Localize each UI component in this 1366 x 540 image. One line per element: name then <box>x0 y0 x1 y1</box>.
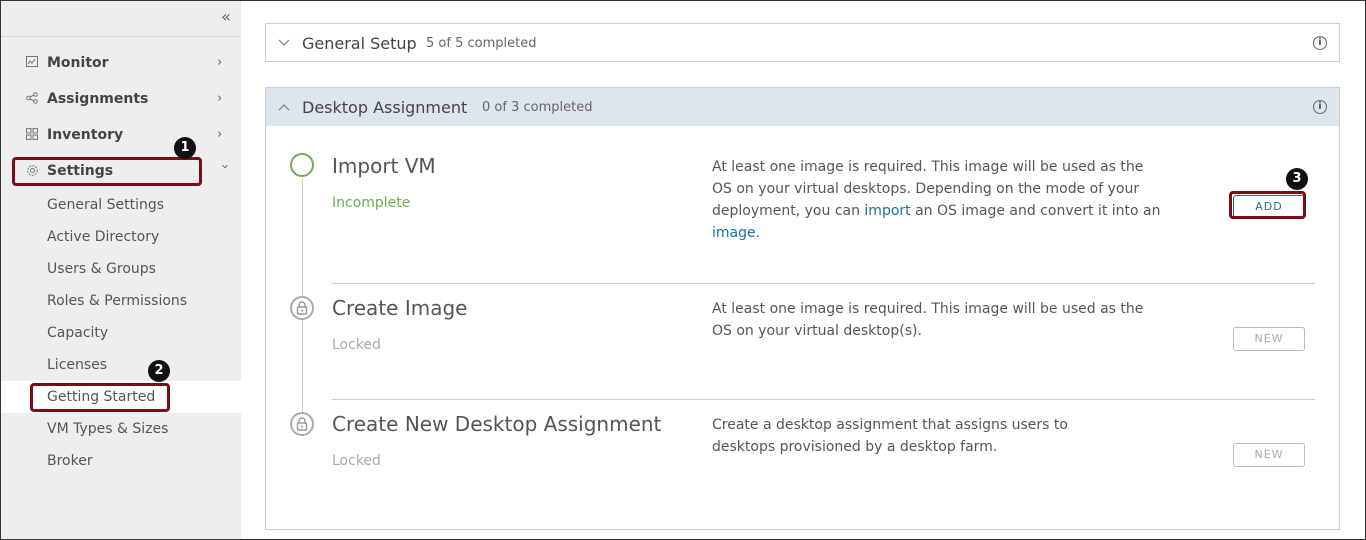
step-description: At least one image is required. This ima… <box>712 301 1144 339</box>
sidebar-item-inventory[interactable]: Inventory › <box>1 117 241 153</box>
desktop-assignment-section: Desktop Assignment 0 of 3 completed i Im… <box>265 87 1340 530</box>
chevron-right-icon: › <box>217 91 223 106</box>
step-title: Create Image <box>332 296 468 320</box>
chevron-right-icon: › <box>217 55 223 70</box>
step-divider <box>332 283 1315 284</box>
chevron-down-icon <box>278 36 290 51</box>
chevron-right-icon: › <box>217 127 223 142</box>
general-setup-header[interactable]: General Setup 5 of 5 completed i <box>266 24 1339 62</box>
sidebar-item-vm-types-sizes[interactable]: VM Types & Sizes <box>1 413 241 445</box>
sidebar-item-label: Inventory <box>47 127 124 143</box>
general-setup-title: General Setup <box>302 33 417 53</box>
import-link[interactable]: import <box>864 203 910 219</box>
info-icon[interactable]: i <box>1313 100 1327 114</box>
incomplete-circle-icon <box>290 153 314 177</box>
sidebar-item-users-groups[interactable]: Users & Groups <box>1 253 241 285</box>
sidebar-item-monitor[interactable]: Monitor › <box>1 45 241 81</box>
sidebar-item-getting-started[interactable]: Getting Started <box>1 381 241 413</box>
monitor-icon <box>25 56 39 70</box>
gear-icon <box>25 164 39 178</box>
desktop-assignment-header[interactable]: Desktop Assignment 0 of 3 completed i <box>266 88 1339 126</box>
sidebar-divider <box>1 36 241 37</box>
step-title: Import VM <box>332 154 436 178</box>
annotation-badge: 3 <box>1286 168 1308 190</box>
sidebar-item-active-directory[interactable]: Active Directory <box>1 221 241 253</box>
main-content: General Setup 5 of 5 completed i Desktop… <box>241 1 1365 539</box>
lock-icon <box>290 296 314 320</box>
step-description: At least one image is required. This ima… <box>712 156 1162 244</box>
new-button[interactable]: NEW <box>1233 443 1305 467</box>
chevron-up-icon <box>278 100 290 115</box>
annotation-badge: 2 <box>148 360 170 382</box>
sidebar-item-capacity[interactable]: Capacity <box>1 317 241 349</box>
desktop-assignment-count: 0 of 3 completed <box>482 100 593 115</box>
double-chevron-left-icon[interactable]: « <box>217 9 235 27</box>
step-title: Create New Desktop Assignment <box>332 412 662 436</box>
sidebar-item-settings[interactable]: Settings › <box>1 153 241 189</box>
chevron-down-icon: › <box>217 164 232 170</box>
grid-icon <box>25 128 39 142</box>
general-setup-section: General Setup 5 of 5 completed i <box>265 23 1340 62</box>
new-button[interactable]: NEW <box>1233 327 1305 351</box>
step-status: Locked <box>332 337 381 353</box>
desc-text: an OS image and convert it into an <box>910 203 1161 219</box>
step-divider <box>332 399 1315 400</box>
add-button[interactable]: ADD <box>1233 195 1305 219</box>
image-link[interactable]: image <box>712 225 756 241</box>
sidebar-item-roles-permissions[interactable]: Roles & Permissions <box>1 285 241 317</box>
info-icon[interactable]: i <box>1313 36 1327 50</box>
sidebar-item-licenses[interactable]: Licenses <box>1 349 241 381</box>
lock-icon <box>290 412 314 436</box>
sidebar-item-broker[interactable]: Broker <box>1 445 241 477</box>
sidebar-item-label: Monitor <box>47 55 109 71</box>
sidebar-item-label: Settings <box>47 163 114 179</box>
desktop-assignment-title: Desktop Assignment <box>302 97 468 117</box>
sidebar-item-general-settings[interactable]: General Settings <box>1 189 241 221</box>
desc-text: . <box>755 225 761 241</box>
sidebar-item-label: Assignments <box>47 91 149 107</box>
step-status: Locked <box>332 453 381 469</box>
share-icon <box>25 92 39 106</box>
sidebar: « Monitor › Assignments › Inventory › Se… <box>1 1 241 539</box>
annotation-badge: 1 <box>174 137 196 159</box>
general-setup-count: 5 of 5 completed <box>426 36 537 51</box>
step-description: Create a desktop assignment that assigns… <box>712 417 1068 455</box>
step-status: Incomplete <box>332 195 411 211</box>
sidebar-item-assignments[interactable]: Assignments › <box>1 81 241 117</box>
